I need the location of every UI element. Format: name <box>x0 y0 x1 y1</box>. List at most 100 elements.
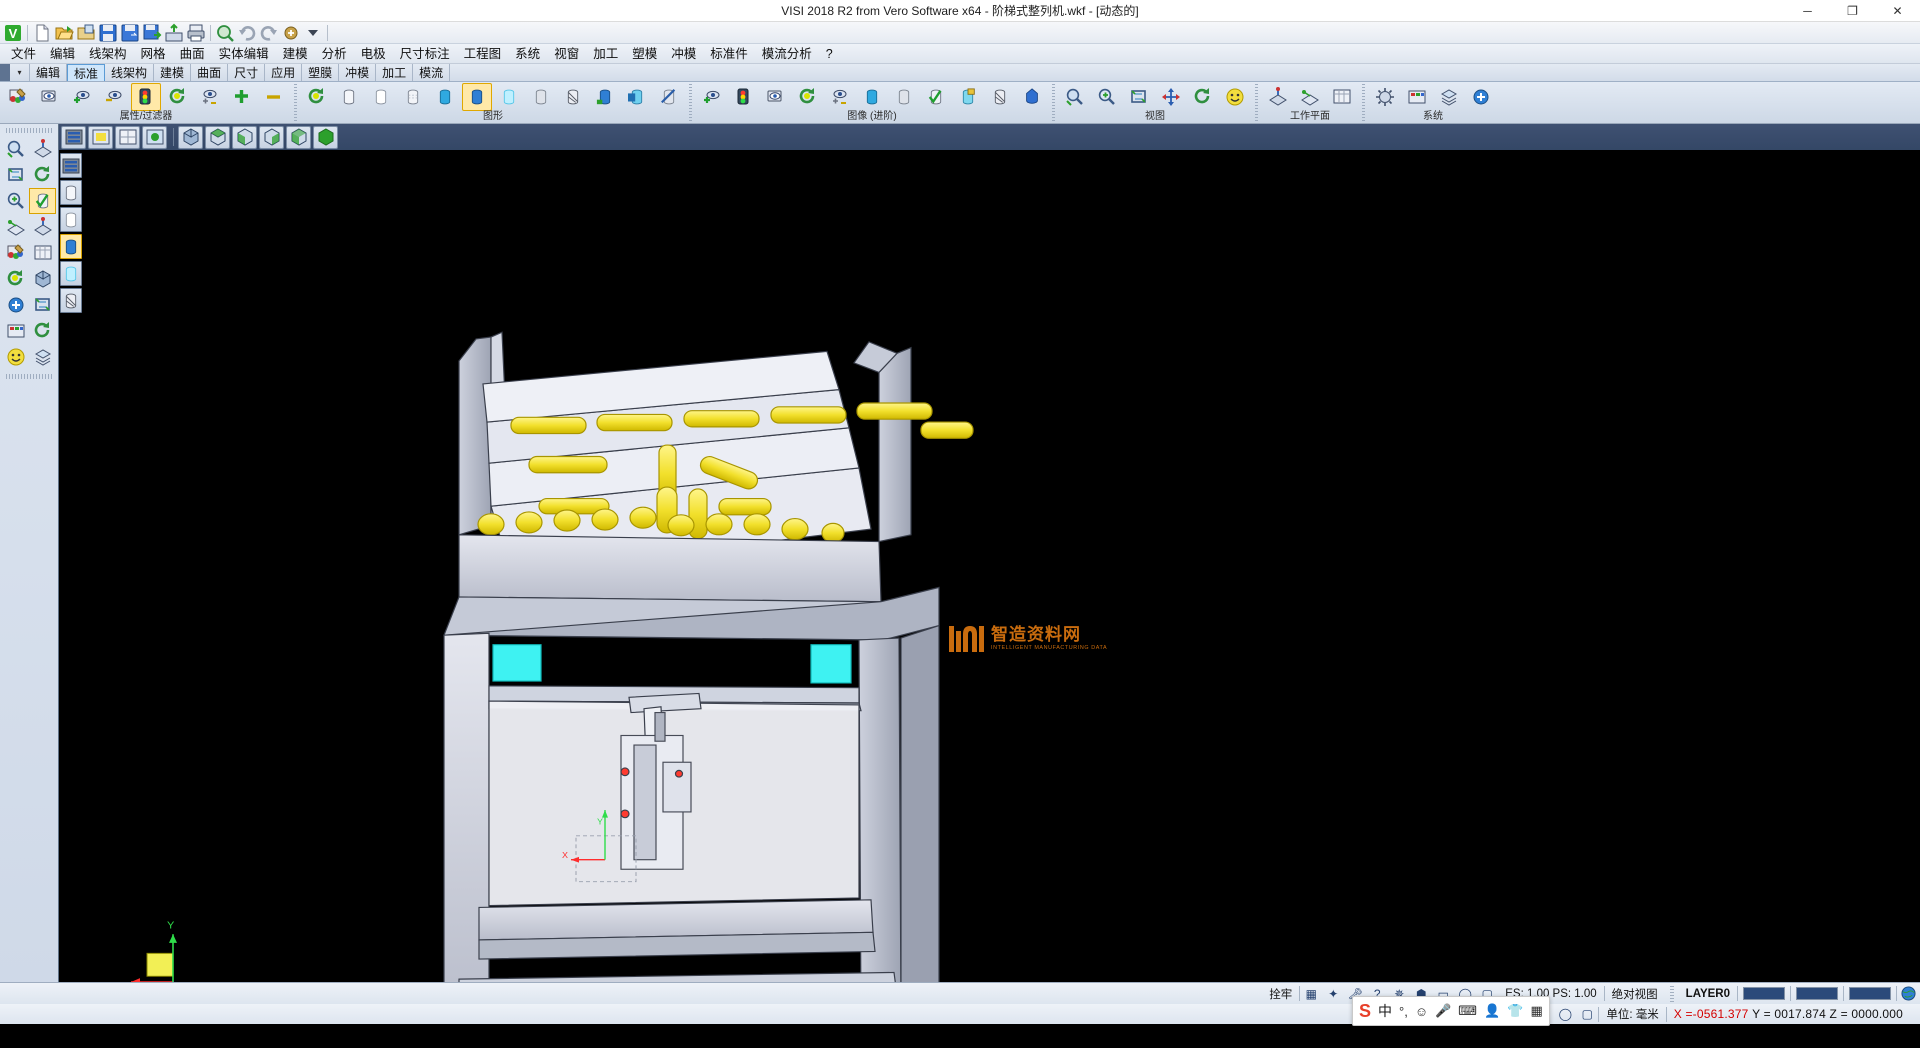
menu-item-1[interactable]: 编辑 <box>43 44 82 64</box>
advanced-shade-icon[interactable] <box>857 83 887 111</box>
hidden-line-dashed-icon[interactable] <box>398 83 428 111</box>
menu-item-4[interactable]: 曲面 <box>173 44 212 64</box>
customize-qat-icon[interactable] <box>302 23 323 43</box>
solid-tool-icon[interactable] <box>29 266 56 292</box>
view-shaded-icon[interactable] <box>88 126 113 149</box>
shaded-edges-icon[interactable] <box>462 83 492 111</box>
advanced-mesh-icon[interactable] <box>985 83 1015 111</box>
ok-icon-2[interactable]: ◯ <box>1554 1004 1576 1024</box>
open-file-icon[interactable] <box>53 23 74 43</box>
close-button[interactable]: ✕ <box>1875 0 1920 22</box>
refresh-tool-icon[interactable] <box>2 266 29 292</box>
menu-item-3[interactable]: 网格 <box>134 44 173 64</box>
open-recent-icon[interactable] <box>75 23 96 43</box>
advanced-show-icon[interactable] <box>697 83 727 111</box>
sogou-logo-icon[interactable]: S <box>1359 1001 1371 1022</box>
new-file-icon[interactable] <box>31 23 52 43</box>
menu-item-6[interactable]: 建模 <box>276 44 315 64</box>
macro-icon[interactable] <box>280 23 301 43</box>
layer-color-swatch-3[interactable] <box>1849 987 1891 1000</box>
toolbox-icon[interactable]: ▦ <box>1530 1003 1542 1019</box>
color-palette-icon[interactable] <box>3 83 33 111</box>
confirm-check-icon[interactable] <box>29 188 56 214</box>
view-render-icon[interactable] <box>142 126 167 149</box>
advanced-light-icon[interactable] <box>729 83 759 111</box>
section-view-icon[interactable] <box>558 83 588 111</box>
advanced-eye-icon[interactable] <box>761 83 791 111</box>
color-tool-icon[interactable] <box>2 240 29 266</box>
show-entities-icon[interactable] <box>67 83 97 111</box>
cyl-hidden-icon[interactable] <box>60 207 82 232</box>
menu-item-0[interactable]: 文件 <box>4 44 43 64</box>
window-icon-2[interactable]: ▢ <box>1576 1004 1598 1024</box>
cyl-shaded-icon[interactable] <box>60 234 82 259</box>
advanced-refresh-icon[interactable] <box>793 83 823 111</box>
save-as-icon[interactable] <box>119 23 140 43</box>
entity-attributes-icon[interactable] <box>35 83 65 111</box>
hide-entities-icon[interactable] <box>99 83 129 111</box>
ribbon-tab-2[interactable]: 线架构 <box>105 64 154 81</box>
user-icon[interactable]: 👤 <box>1484 1003 1500 1019</box>
minimize-button[interactable]: ─ <box>1785 0 1830 22</box>
menu-item-7[interactable]: 分析 <box>315 44 354 64</box>
ribbon-tab-8[interactable]: 冲模 <box>339 64 376 81</box>
view-axo-icon[interactable] <box>313 126 338 149</box>
wireframe-icon[interactable] <box>334 83 364 111</box>
snap-point-icon[interactable]: ✦ <box>1322 984 1344 1004</box>
save-icon[interactable] <box>97 23 118 43</box>
view-left-icon[interactable] <box>286 126 311 149</box>
add-visible-icon[interactable] <box>227 83 257 111</box>
ribbon-tab-9[interactable]: 加工 <box>376 64 413 81</box>
view-front-icon[interactable] <box>205 126 230 149</box>
help-tool-icon[interactable] <box>2 292 29 318</box>
menu-item-17[interactable]: 模流分析 <box>755 44 819 64</box>
menu-item-12[interactable]: 视窗 <box>547 44 586 64</box>
menu-item-18[interactable]: ? <box>819 44 840 64</box>
view-list-icon[interactable] <box>61 126 86 149</box>
save-all-icon[interactable] <box>141 23 162 43</box>
zoom-dynamic-icon[interactable] <box>1092 83 1122 111</box>
delete-tool-icon[interactable] <box>2 318 29 344</box>
view-wire-icon[interactable] <box>115 126 140 149</box>
globe-icon[interactable] <box>1897 984 1919 1004</box>
view-face-icon[interactable] <box>1220 83 1250 111</box>
emoji-icon[interactable]: ☺ <box>1415 1004 1428 1019</box>
undo-icon[interactable] <box>236 23 257 43</box>
menu-item-15[interactable]: 冲模 <box>664 44 703 64</box>
ime-toolbar[interactable]: S中°,☺🎤⌨👤👕▦ <box>1352 996 1550 1026</box>
menu-item-2[interactable]: 线架构 <box>82 44 134 64</box>
advanced-cut-icon[interactable] <box>953 83 983 111</box>
redraw-icon[interactable] <box>302 83 332 111</box>
zoom-window-tool-icon[interactable] <box>2 162 29 188</box>
filter-traffic-light-icon[interactable] <box>131 83 161 111</box>
ribbon-tab-10[interactable]: 模流 <box>413 64 450 81</box>
snap-grid-icon[interactable]: ▦ <box>1300 984 1322 1004</box>
draw-line-icon[interactable] <box>29 136 56 162</box>
render-quality-icon[interactable] <box>590 83 620 111</box>
app-logo-icon[interactable]: V <box>2 23 23 43</box>
view-iso-icon[interactable] <box>178 126 203 149</box>
remove-visible-icon[interactable] <box>259 83 289 111</box>
draw-arc-icon[interactable] <box>29 162 56 188</box>
maximize-button[interactable]: ❐ <box>1830 0 1875 22</box>
menu-item-11[interactable]: 系统 <box>508 44 547 64</box>
advanced-grey-icon[interactable] <box>889 83 919 111</box>
shaded-grey-icon[interactable] <box>526 83 556 111</box>
dynamic-off-icon[interactable] <box>654 83 684 111</box>
skin-icon[interactable]: 👕 <box>1507 1003 1523 1019</box>
refresh-view-icon[interactable] <box>163 83 193 111</box>
open-folder-tool-icon[interactable] <box>29 344 56 370</box>
punctuation-icon[interactable]: °, <box>1399 1004 1408 1019</box>
zoom-window-icon[interactable] <box>1060 83 1090 111</box>
ribbon-tab-5[interactable]: 尺寸 <box>228 64 265 81</box>
menu-item-9[interactable]: 尺寸标注 <box>393 44 457 64</box>
layer-color-swatch-1[interactable] <box>1743 987 1785 1000</box>
ribbon-tab-4[interactable]: 曲面 <box>191 64 228 81</box>
ribbon-tab-6[interactable]: 应用 <box>265 64 302 81</box>
viewport-3d[interactable]: X Y X Y Z <box>59 124 1920 982</box>
measure-tool-icon[interactable] <box>29 292 56 318</box>
ribbon-tab-3[interactable]: 建模 <box>154 64 191 81</box>
system-config-icon[interactable] <box>1466 83 1496 111</box>
advanced-toggle-icon[interactable] <box>825 83 855 111</box>
axis-tool-icon[interactable] <box>2 214 29 240</box>
